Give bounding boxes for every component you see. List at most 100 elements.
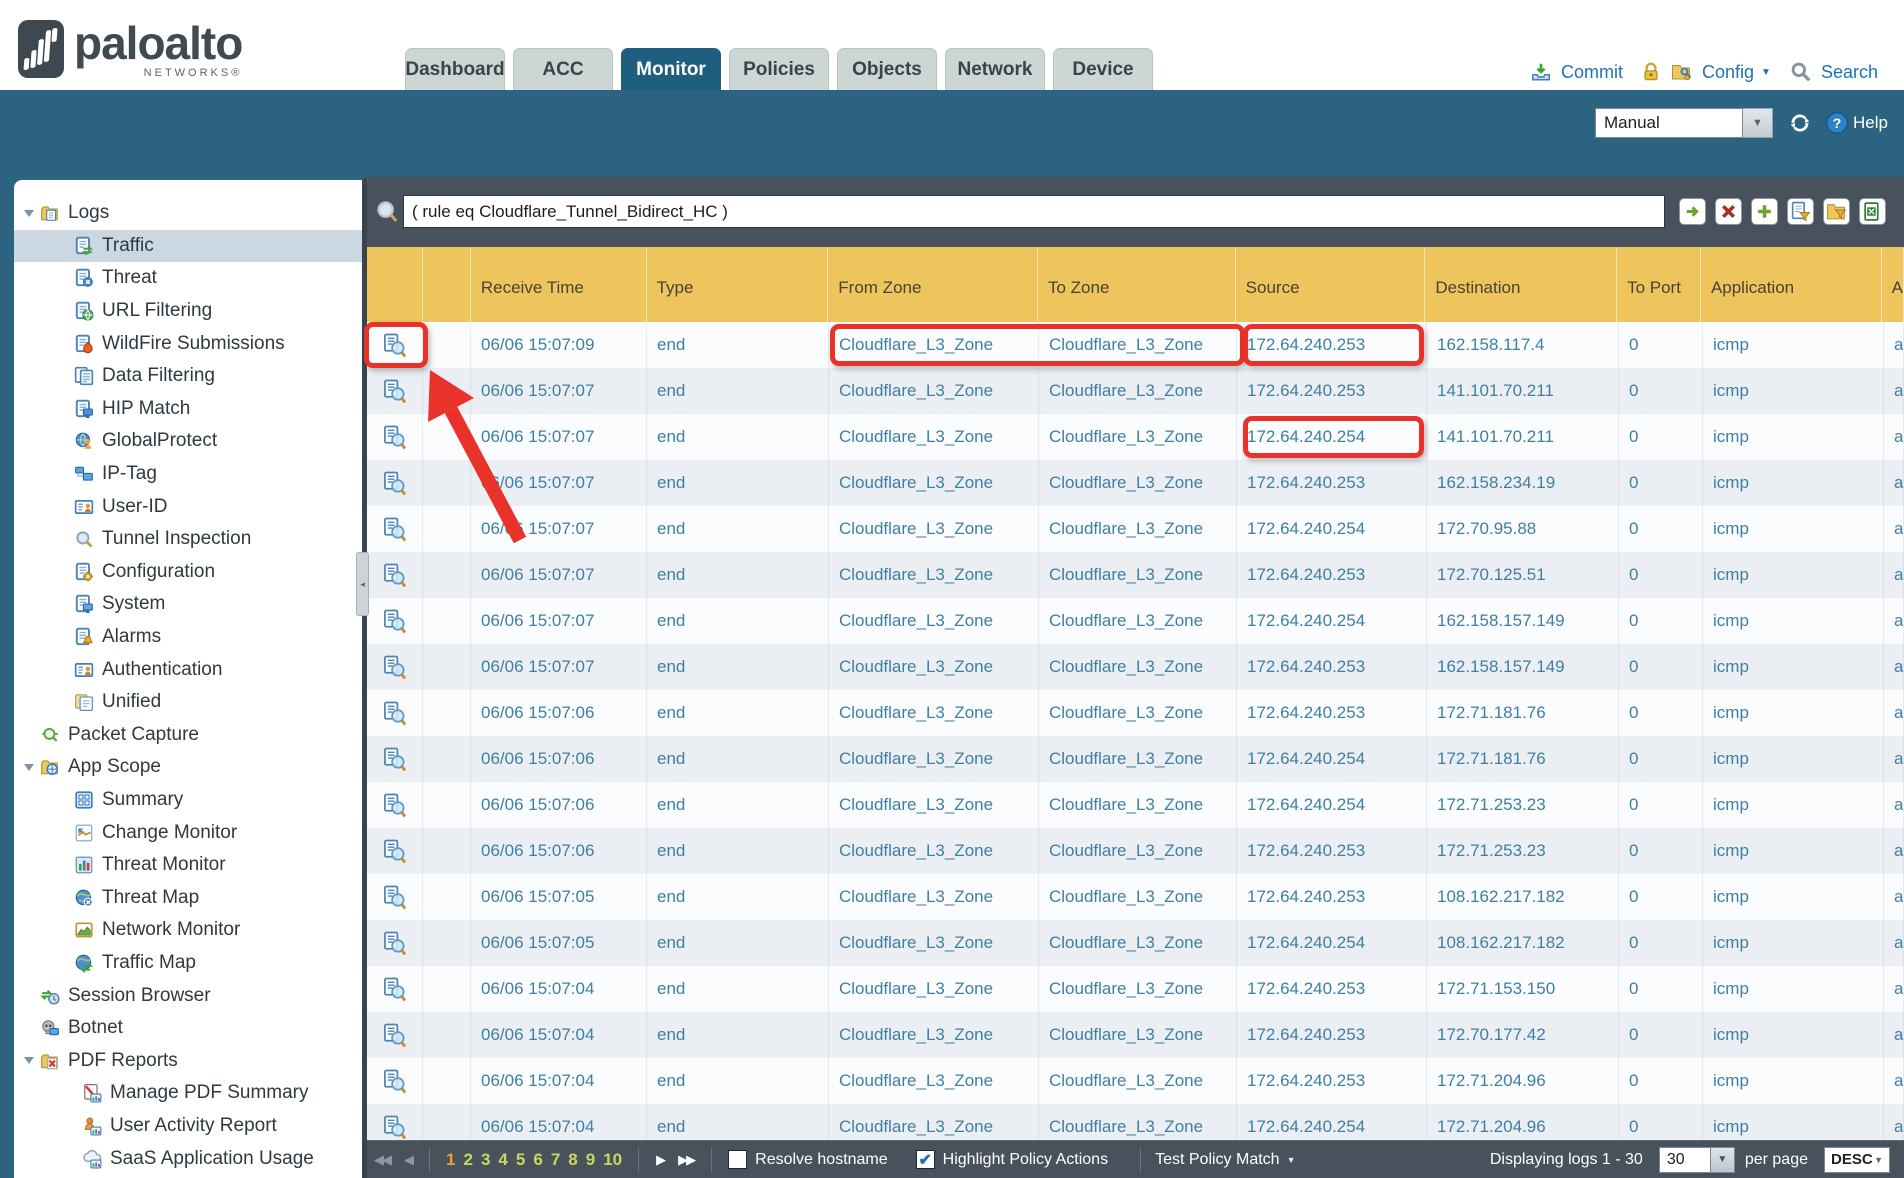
first-page-button[interactable]: ◀◀ — [374, 1152, 390, 1168]
log-detail-button[interactable] — [367, 690, 423, 736]
sidebar-item-unified[interactable]: Unified — [14, 686, 362, 719]
commit-link[interactable]: Commit — [1561, 62, 1623, 83]
log-row-5[interactable]: 06/06 15:07:07endCloudflare_L3_ZoneCloud… — [367, 506, 1904, 552]
tab-policies[interactable]: Policies — [729, 48, 829, 90]
log-row-18[interactable]: 06/06 15:07:04endCloudflare_L3_ZoneCloud… — [367, 1104, 1904, 1140]
log-row-1[interactable]: 06/06 15:07:09endCloudflare_L3_ZoneCloud… — [367, 322, 1904, 368]
sidebar-item-url-filtering[interactable]: URL Filtering — [14, 295, 362, 328]
sidebar-item-threat-monitor[interactable]: Threat Monitor — [14, 849, 362, 882]
column-header-receive-time[interactable]: Receive Time — [471, 247, 647, 322]
log-row-2[interactable]: 06/06 15:07:07endCloudflare_L3_ZoneCloud… — [367, 368, 1904, 414]
page-9[interactable]: 9 — [586, 1150, 595, 1170]
help-link[interactable]: Help — [1853, 113, 1888, 133]
log-detail-button[interactable] — [367, 920, 423, 966]
sidebar-item-traffic[interactable]: Traffic — [14, 230, 362, 263]
log-row-13[interactable]: 06/06 15:07:05endCloudflare_L3_ZoneCloud… — [367, 874, 1904, 920]
sidebar-item-ip-tag[interactable]: IP-Tag — [14, 458, 362, 491]
column-header-flags[interactable] — [423, 247, 471, 322]
page-2[interactable]: 2 — [463, 1150, 472, 1170]
log-detail-button[interactable] — [367, 782, 423, 828]
log-row-14[interactable]: 06/06 15:07:05endCloudflare_L3_ZoneCloud… — [367, 920, 1904, 966]
sidebar-item-network-monitor[interactable]: Network Monitor — [14, 914, 362, 947]
log-detail-button[interactable] — [367, 1012, 423, 1058]
page-10[interactable]: 10 — [603, 1150, 622, 1170]
log-detail-button[interactable] — [367, 368, 423, 414]
log-detail-button[interactable] — [367, 736, 423, 782]
sidebar-item-packet-capture[interactable]: Packet Capture — [14, 719, 362, 752]
export-logs-button[interactable] — [1859, 198, 1886, 225]
tab-acc[interactable]: ACC — [513, 48, 613, 90]
lock-icon[interactable] — [1640, 61, 1662, 83]
log-row-3[interactable]: 06/06 15:07:07endCloudflare_L3_ZoneCloud… — [367, 414, 1904, 460]
log-detail-button[interactable] — [367, 1104, 423, 1140]
help-icon[interactable]: ? — [1825, 111, 1849, 135]
sidebar-item-manage-pdf-summary[interactable]: Manage PDF Summary — [14, 1077, 362, 1110]
sidebar-item-saas-application-usage[interactable]: SaaS Application Usage — [14, 1142, 362, 1175]
log-row-17[interactable]: 06/06 15:07:04endCloudflare_L3_ZoneCloud… — [367, 1058, 1904, 1104]
sidebar-item-app-scope[interactable]: App Scope — [14, 751, 362, 784]
load-filter-button[interactable] — [1823, 198, 1850, 225]
sidebar-item-pdf-reports[interactable]: PDF Reports — [14, 1044, 362, 1077]
tab-monitor[interactable]: Monitor — [621, 48, 721, 90]
sidebar-item-botnet[interactable]: Botnet — [14, 1012, 362, 1045]
sidebar-item-summary[interactable]: Summary — [14, 784, 362, 817]
log-row-4[interactable]: 06/06 15:07:07endCloudflare_L3_ZoneCloud… — [367, 460, 1904, 506]
tree-expand-icon[interactable] — [24, 210, 40, 217]
log-row-10[interactable]: 06/06 15:07:06endCloudflare_L3_ZoneCloud… — [367, 736, 1904, 782]
log-row-7[interactable]: 06/06 15:07:07endCloudflare_L3_ZoneCloud… — [367, 598, 1904, 644]
column-header-to-port[interactable]: To Port — [1617, 247, 1701, 322]
sidebar-item-threat[interactable]: Threat — [14, 262, 362, 295]
sort-order-select[interactable]: DESC ▼ — [1824, 1147, 1890, 1173]
page-7[interactable]: 7 — [551, 1150, 560, 1170]
next-page-button[interactable]: ▶ — [656, 1152, 664, 1168]
log-detail-button[interactable] — [367, 828, 423, 874]
column-header-type[interactable]: Type — [647, 247, 829, 322]
page-8[interactable]: 8 — [568, 1150, 577, 1170]
sidebar-collapse-handle[interactable]: ◂ — [356, 552, 369, 616]
sidebar-item-user-activity-report[interactable]: User Activity Report — [14, 1110, 362, 1143]
column-header-destination[interactable]: Destination — [1425, 247, 1617, 322]
tab-dashboard[interactable]: Dashboard — [405, 48, 505, 90]
column-header-a[interactable]: A — [1882, 247, 1904, 322]
column-header-from-zone[interactable]: From Zone — [828, 247, 1038, 322]
sidebar-item-session-browser[interactable]: Session Browser — [14, 979, 362, 1012]
log-row-16[interactable]: 06/06 15:07:04endCloudflare_L3_ZoneCloud… — [367, 1012, 1904, 1058]
log-detail-button[interactable] — [367, 460, 423, 506]
sidebar-item-tunnel-inspection[interactable]: Tunnel Inspection — [14, 523, 362, 556]
sidebar-item-alarms[interactable]: Alarms — [14, 621, 362, 654]
log-row-8[interactable]: 06/06 15:07:07endCloudflare_L3_ZoneCloud… — [367, 644, 1904, 690]
refresh-mode-caret-icon[interactable]: ▼ — [1743, 108, 1773, 138]
prev-page-button[interactable]: ◀ — [404, 1152, 412, 1168]
refresh-icon[interactable] — [1787, 110, 1813, 136]
refresh-mode-select[interactable]: Manual — [1595, 108, 1743, 138]
log-row-9[interactable]: 06/06 15:07:06endCloudflare_L3_ZoneCloud… — [367, 690, 1904, 736]
sidebar-item-change-monitor[interactable]: Change Monitor — [14, 816, 362, 849]
tree-expand-icon[interactable] — [24, 764, 40, 771]
sidebar-item-logs[interactable]: Logs — [14, 197, 362, 230]
tree-expand-icon[interactable] — [24, 1057, 40, 1064]
tab-objects[interactable]: Objects — [837, 48, 937, 90]
column-header-detail-icon[interactable] — [367, 247, 423, 322]
sidebar-item-configuration[interactable]: Configuration — [14, 556, 362, 589]
page-5[interactable]: 5 — [516, 1150, 525, 1170]
add-filter-button[interactable] — [1751, 198, 1778, 225]
sidebar-item-traffic-map[interactable]: Traffic Map — [14, 947, 362, 980]
test-policy-match-button[interactable]: Test Policy Match ▼ — [1155, 1151, 1295, 1169]
page-3[interactable]: 3 — [481, 1150, 490, 1170]
apply-filter-button[interactable] — [1679, 198, 1706, 225]
log-detail-button[interactable] — [367, 414, 423, 460]
tab-device[interactable]: Device — [1053, 48, 1153, 90]
column-header-application[interactable]: Application — [1701, 247, 1882, 322]
log-detail-button[interactable] — [367, 598, 423, 644]
last-page-button[interactable]: ▶▶ — [678, 1152, 694, 1168]
sidebar-item-threat-map[interactable]: Threat Map — [14, 881, 362, 914]
log-detail-button[interactable] — [367, 322, 423, 368]
search-link[interactable]: Search — [1821, 62, 1878, 83]
column-header-source[interactable]: Source — [1236, 247, 1426, 322]
log-detail-button[interactable] — [367, 644, 423, 690]
log-row-6[interactable]: 06/06 15:07:07endCloudflare_L3_ZoneCloud… — [367, 552, 1904, 598]
sidebar-item-authentication[interactable]: Authentication — [14, 653, 362, 686]
log-detail-button[interactable] — [367, 966, 423, 1012]
page-4[interactable]: 4 — [498, 1150, 507, 1170]
page-1[interactable]: 1 — [446, 1150, 455, 1170]
